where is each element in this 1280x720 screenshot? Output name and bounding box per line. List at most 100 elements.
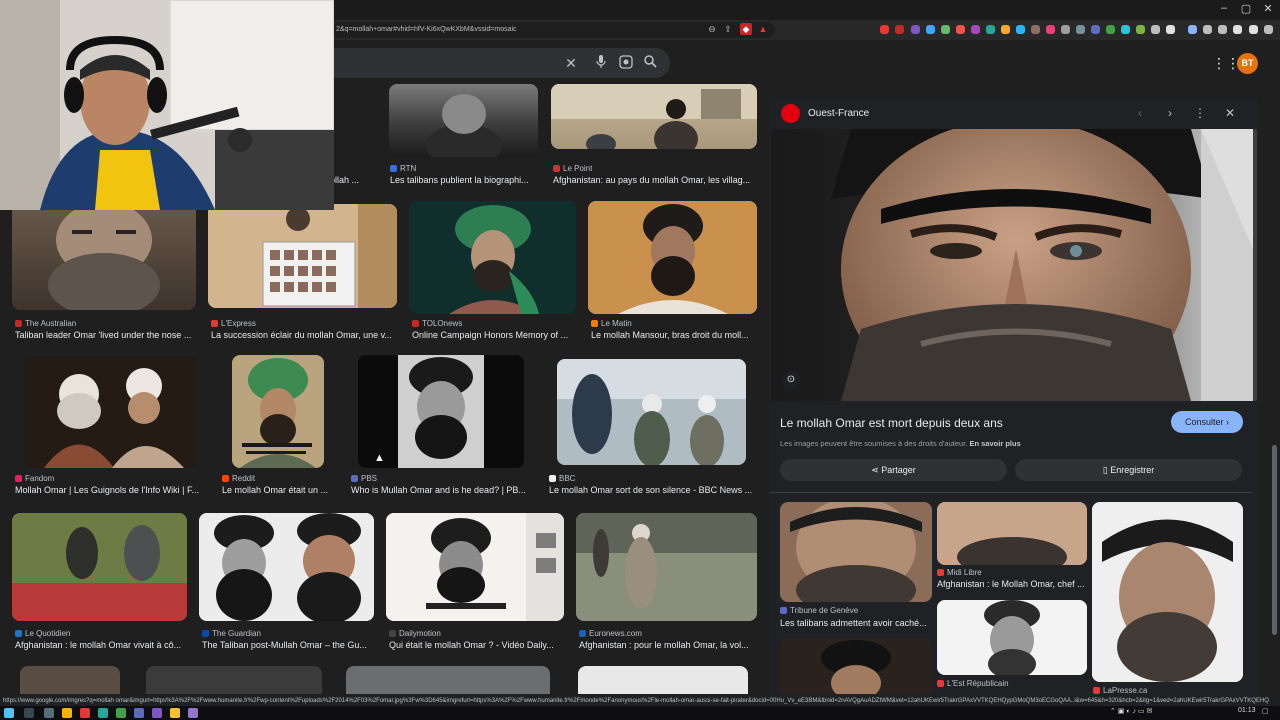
windows-start-icon[interactable]: [4, 708, 14, 718]
app-icon[interactable]: [98, 708, 108, 718]
result-image[interactable]: [12, 200, 196, 310]
extension-icon[interactable]: [1203, 25, 1212, 34]
extension-icon[interactable]: [941, 25, 950, 34]
result-title[interactable]: Qui était le mollah Omar ? - Vidéo Daily…: [389, 640, 564, 650]
related-title[interactable]: Les talibans admettent avoir caché...: [780, 618, 930, 628]
clock[interactable]: 01:13: [1238, 707, 1256, 714]
result-image[interactable]: [389, 84, 538, 157]
result-image[interactable]: [12, 513, 187, 621]
page-scrollbar[interactable]: [1272, 445, 1277, 635]
result-title[interactable]: The Taliban post-Mullah Omar – the Gu...: [202, 640, 374, 650]
warning-icon[interactable]: ▲: [757, 23, 769, 35]
extension-icon[interactable]: [956, 25, 965, 34]
minimize-button[interactable]: –: [1212, 2, 1236, 14]
result-image[interactable]: [20, 666, 120, 694]
preview-image[interactable]: [771, 129, 1253, 401]
result-image[interactable]: [409, 201, 576, 314]
close-window-button[interactable]: ✕: [1256, 2, 1280, 15]
task-view-icon[interactable]: [44, 708, 54, 718]
result-title[interactable]: Le mollah Omar était un ...: [222, 485, 332, 495]
browser-menu-icon[interactable]: [1264, 25, 1273, 34]
share-page-icon[interactable]: ⇪: [722, 23, 734, 35]
app-icon[interactable]: [152, 708, 162, 718]
lens-search-icon[interactable]: ⊙: [782, 371, 800, 389]
result-image[interactable]: [208, 204, 397, 308]
share-button[interactable]: ⋖ Partager: [780, 459, 1007, 481]
previous-icon[interactable]: ‹: [1132, 106, 1148, 120]
avatar[interactable]: BT: [1237, 53, 1258, 74]
result-image[interactable]: [146, 666, 322, 694]
extension-shield-icon[interactable]: ◆: [740, 23, 752, 35]
result-image[interactable]: [588, 201, 757, 314]
related-image[interactable]: [937, 600, 1087, 675]
extension-icon[interactable]: [1106, 25, 1115, 34]
panel-scrollbar[interactable]: [1253, 129, 1257, 401]
next-icon[interactable]: ›: [1162, 106, 1178, 120]
extension-icon[interactable]: [1001, 25, 1010, 34]
result-title[interactable]: La succession éclair du mollah Omar, une…: [211, 330, 399, 340]
close-panel-icon[interactable]: ✕: [1222, 106, 1238, 120]
result-title[interactable]: Les talibans publient la biographi...: [390, 175, 540, 185]
result-image[interactable]: [578, 666, 748, 694]
result-title[interactable]: Afghanistan: au pays du mollah Omar, les…: [553, 175, 758, 185]
panel-title[interactable]: Le mollah Omar est mort depuis deux ans: [780, 416, 1003, 430]
result-title[interactable]: Afghanistan : pour le mollah Omar, la vo…: [579, 640, 757, 650]
extension-icon[interactable]: [911, 25, 920, 34]
result-image[interactable]: [386, 513, 564, 621]
close-icon[interactable]: ✕: [563, 55, 579, 71]
lens-icon[interactable]: [618, 55, 634, 72]
result-image[interactable]: [551, 84, 757, 149]
maximize-button[interactable]: ▢: [1234, 2, 1258, 15]
app-icon[interactable]: [188, 708, 198, 718]
app-icon[interactable]: [80, 708, 90, 718]
microphone-icon[interactable]: [593, 55, 609, 72]
system-tray-icons[interactable]: ⌃ ▣ ◐ ♪ ▭ ✉: [1110, 707, 1152, 715]
extension-icon[interactable]: [1218, 25, 1227, 34]
notifications-icon[interactable]: ▢: [1262, 707, 1269, 715]
result-title[interactable]: ollah ...: [330, 175, 370, 185]
learn-more-link[interactable]: En savoir plus: [969, 439, 1020, 448]
result-title[interactable]: Mollah Omar | Les Guignols de l'Info Wik…: [15, 485, 203, 495]
extension-icon[interactable]: [895, 25, 904, 34]
extension-icon[interactable]: [1121, 25, 1130, 34]
extension-icon[interactable]: [986, 25, 995, 34]
search-icon[interactable]: [642, 55, 658, 71]
related-image[interactable]: [937, 502, 1087, 565]
search-taskbar-icon[interactable]: [24, 708, 34, 718]
result-title[interactable]: Afghanistan : le mollah Omar vivait à cô…: [15, 640, 187, 650]
file-explorer-icon[interactable]: [62, 708, 72, 718]
related-image[interactable]: [780, 502, 932, 602]
result-title[interactable]: Le mollah Omar sort de son silence - BBC…: [549, 485, 757, 495]
extension-icon[interactable]: [1061, 25, 1070, 34]
extension-icon[interactable]: [1076, 25, 1085, 34]
result-image[interactable]: [576, 513, 757, 621]
app-icon[interactable]: [116, 708, 126, 718]
related-image[interactable]: [780, 638, 932, 694]
search-input[interactable]: [300, 48, 670, 78]
panel-site-name[interactable]: Ouest-France: [808, 108, 869, 119]
extension-icon[interactable]: [1249, 25, 1258, 34]
result-image[interactable]: [346, 666, 550, 694]
extension-icon[interactable]: [1233, 25, 1242, 34]
extension-icon[interactable]: [971, 25, 980, 34]
extension-icon[interactable]: [1151, 25, 1160, 34]
related-title[interactable]: Afghanistan : le Mollah Omar, chef ...: [937, 579, 1087, 589]
extension-icon[interactable]: [1046, 25, 1055, 34]
result-title[interactable]: Le mollah Mansour, bras droit du moll...: [591, 330, 757, 340]
result-image[interactable]: [557, 359, 746, 465]
extension-icon[interactable]: [926, 25, 935, 34]
result-image[interactable]: [24, 356, 196, 468]
save-button[interactable]: ▯ Enregistrer: [1015, 459, 1242, 481]
extension-icon[interactable]: [1136, 25, 1145, 34]
visit-button[interactable]: Consulter ›: [1171, 411, 1243, 433]
result-image[interactable]: [199, 513, 374, 621]
result-image[interactable]: [232, 355, 324, 468]
extension-icon[interactable]: [1166, 25, 1175, 34]
chrome-icon[interactable]: [170, 708, 180, 718]
result-title[interactable]: Taliban leader Omar 'lived under the nos…: [15, 330, 195, 340]
result-title[interactable]: Who is Mullah Omar and is he dead? | PB.…: [351, 485, 531, 495]
extension-icon[interactable]: [1091, 25, 1100, 34]
result-title[interactable]: Online Campaign Honors Memory of ...: [412, 330, 574, 340]
more-options-icon[interactable]: ⋮: [1192, 106, 1208, 120]
apps-grid-icon[interactable]: ⋮⋮: [1212, 55, 1240, 72]
